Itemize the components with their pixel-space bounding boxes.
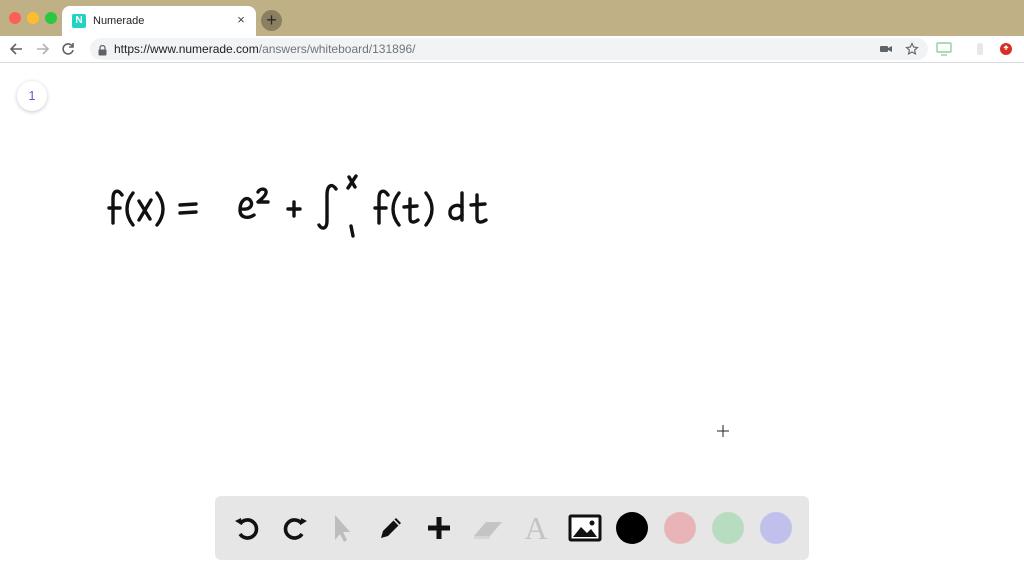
- pointer-icon[interactable]: [323, 510, 359, 546]
- back-arrow-icon[interactable]: [7, 39, 27, 59]
- color-swatch-lavender[interactable]: [760, 512, 792, 544]
- add-icon[interactable]: [421, 510, 457, 546]
- color-swatch-black[interactable]: [616, 512, 648, 544]
- close-window-button[interactable]: [9, 12, 21, 24]
- numerade-favicon-icon: N: [72, 14, 86, 28]
- lock-icon: [98, 43, 107, 56]
- address-bar[interactable]: https://www.numerade.com/answers/whitebo…: [90, 38, 928, 60]
- camera-icon[interactable]: [879, 42, 893, 56]
- whiteboard-canvas[interactable]: 1 A: [0, 63, 1024, 568]
- text-icon[interactable]: A: [518, 510, 554, 546]
- reload-icon[interactable]: [58, 39, 78, 59]
- page-number-badge[interactable]: 1: [17, 81, 47, 111]
- extension-icon[interactable]: [972, 42, 988, 56]
- undo-icon[interactable]: [229, 510, 265, 546]
- handwritten-equation: [107, 174, 488, 238]
- image-icon[interactable]: [567, 510, 603, 546]
- minimize-window-button[interactable]: [27, 12, 39, 24]
- maximize-window-button[interactable]: [45, 12, 57, 24]
- redo-icon[interactable]: [277, 510, 313, 546]
- profile-icon[interactable]: [998, 42, 1014, 56]
- color-swatch-green[interactable]: [712, 512, 744, 544]
- tab-title: Numerade: [93, 15, 145, 27]
- url-path: /answers/whiteboard/131896/: [258, 42, 416, 56]
- cast-icon[interactable]: [936, 42, 952, 56]
- star-icon[interactable]: [905, 42, 919, 56]
- eraser-icon[interactable]: [470, 510, 506, 546]
- browser-toolbar: https://www.numerade.com/answers/whitebo…: [0, 36, 1024, 63]
- forward-arrow-icon[interactable]: [32, 39, 52, 59]
- browser-tab[interactable]: N Numerade ×: [62, 6, 256, 36]
- pen-icon[interactable]: [373, 510, 409, 546]
- crosshair-cursor-icon: [717, 425, 729, 437]
- whiteboard-toolbar: A: [215, 496, 809, 560]
- new-tab-button[interactable]: +: [261, 10, 282, 31]
- url-text[interactable]: https://www.numerade.com/answers/whitebo…: [114, 42, 416, 56]
- color-swatch-pink[interactable]: [664, 512, 696, 544]
- url-host: https://www.numerade.com: [114, 42, 259, 56]
- tab-close-icon[interactable]: ×: [234, 12, 248, 28]
- tab-strip: N Numerade × +: [0, 0, 1024, 36]
